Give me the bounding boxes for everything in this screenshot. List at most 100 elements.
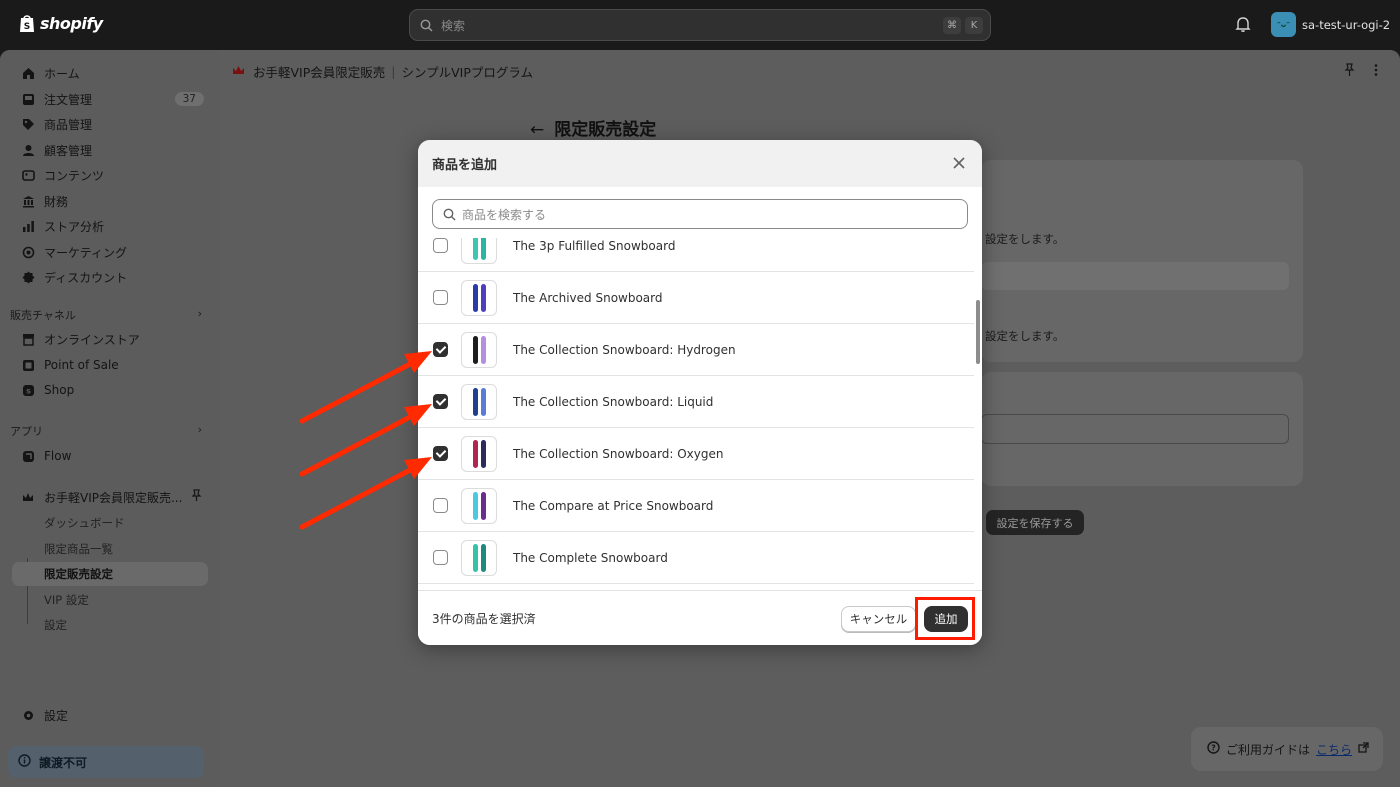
sidebar-item-products[interactable]: 商品管理 [12,112,208,136]
sidebar-item-marketing[interactable]: マーケティング [12,240,208,264]
bank-icon [20,193,36,209]
product-row[interactable]: The Collection Snowboard: Oxygen [418,428,974,480]
card-2-input[interactable] [981,414,1289,444]
page-title: 限定販売設定 [554,120,657,140]
product-row[interactable]: The Collection Snowboard: Liquid [418,376,974,428]
more-options-icon[interactable] [1369,63,1383,80]
card-1-input[interactable] [981,262,1289,290]
sidebar-item-customers[interactable]: 顧客管理 [12,138,208,162]
scrollbar[interactable] [976,300,980,364]
sidebar-item-home[interactable]: ホーム [12,61,208,85]
snowboard-image [472,491,478,520]
sidebar-item-online-store[interactable]: オンラインストア [12,327,208,351]
global-search[interactable]: 検索 ⌘ K [409,9,991,41]
sidebar-item-point-of-sale[interactable]: Point of Sale [12,353,208,377]
product-checkbox[interactable] [433,498,448,513]
breadcrumb-app[interactable]: お手軽VIP会員限定販売 [253,62,385,81]
sub-item-vip-settings[interactable]: VIP 設定 [44,592,89,608]
store-avatar: ᵔᴗᵔ [1271,12,1296,37]
product-row[interactable]: The Complete Snowboard [418,532,974,584]
sidebar-item-content[interactable]: コンテンツ [12,163,208,187]
product-checkbox[interactable] [433,394,448,409]
sub-item-dashboard[interactable]: ダッシュボード [44,515,125,531]
product-thumbnail [461,539,497,576]
sidebar-item-label: Flow [44,449,72,463]
person-icon [20,142,36,158]
snowboard-image [472,238,478,260]
close-icon[interactable] [952,156,966,170]
cancel-button[interactable]: キャンセル [841,606,916,632]
shopify-bag-icon: S [20,15,34,32]
product-thumbnail [461,279,497,316]
svg-text:s: s [26,386,31,395]
selected-count: 3件の商品を選択済 [432,611,536,626]
sidebar-item-pinned-app[interactable]: お手軽VIP会員限定販売... [12,485,208,509]
save-settings-button[interactable]: 設定を保存する [986,510,1084,535]
product-checkbox[interactable] [433,550,448,565]
pin-icon[interactable] [1344,63,1355,80]
gear-icon [20,707,36,723]
modal-title: 商品を追加 [432,158,498,173]
sidebar-item-label: Shop [44,383,75,397]
product-search-placeholder: 商品を検索する [462,207,547,222]
svg-text:S: S [24,22,30,32]
discount-icon [20,269,36,285]
notification-bell-icon[interactable] [1235,16,1251,36]
guide-box: ? ご利用ガイドは こちら [1191,727,1383,771]
sidebar-item-discounts[interactable]: ディスカウント [12,265,208,289]
target-icon [20,244,36,260]
page-header: ← 限定販売設定 [530,115,656,140]
product-name: The Archived Snowboard [513,290,663,305]
content-icon [20,167,36,183]
guide-link[interactable]: こちら [1316,741,1352,758]
product-checkbox[interactable] [433,446,448,461]
svg-text:?: ? [1211,744,1216,753]
sub-item-limited-sales-settings[interactable]: 限定販売設定 [44,566,113,582]
product-row[interactable]: The Collection Snowboard: Hydrogen [418,324,974,376]
sidebar-item-analytics[interactable]: ストア分析 [12,214,208,238]
sidebar-item-flow[interactable]: Flow [12,444,208,468]
sub-item-limited-products[interactable]: 限定商品一覧 [44,541,113,557]
store-menu[interactable]: ᵔᴗᵔ sa-test-ur-ogi-2 [1271,12,1390,37]
product-name: The Collection Snowboard: Hydrogen [513,342,736,357]
product-checkbox[interactable] [433,342,448,357]
breadcrumb-separator: | [391,64,396,79]
sidebar-item-shop[interactable]: s Shop [12,378,208,402]
tag-icon [20,116,36,132]
sidebar-item-finance[interactable]: 財務 [12,189,208,213]
sales-channels-label: 販売チャネル [10,309,76,322]
breadcrumb-page: シンプルVIPプログラム [401,65,534,80]
product-checkbox[interactable] [433,290,448,305]
product-row[interactable]: The 3p Fulfilled Snowboard [418,238,974,272]
product-search-input[interactable]: 商品を検索する [432,199,968,229]
pin-icon[interactable] [191,489,202,505]
sub-item-settings[interactable]: 設定 [44,617,67,633]
product-checkbox[interactable] [433,238,448,253]
snowboard-image [480,335,486,364]
product-row[interactable]: The Archived Snowboard [418,272,974,324]
snowboard-image [480,491,486,520]
product-row[interactable]: The Compare at Price Snowboard [418,480,974,532]
sidebar-item-label: 財務 [44,194,69,209]
sidebar-item-label: ディスカウント [44,270,128,285]
product-thumbnail [461,383,497,420]
modal-footer: 3件の商品を選択済 キャンセル 追加 [418,590,982,645]
search-icon [443,208,456,220]
home-icon [20,65,36,81]
back-arrow-icon[interactable]: ← [530,120,544,140]
help-icon: ? [1207,741,1220,757]
snowboard-image [480,439,486,468]
sidebar-item-orders[interactable]: 注文管理 37 [12,87,208,111]
non-transferable-badge[interactable]: 譲渡不可 [8,746,204,778]
breadcrumb: お手軽VIP会員限定販売 | シンプルVIPプログラム [232,62,533,81]
snowboard-image [472,439,478,468]
snowboard-image [472,283,478,312]
sales-channels-heading[interactable]: 販売チャネル › [10,307,206,323]
shopify-logo[interactable]: S shopify [18,13,103,33]
sidebar-item-settings[interactable]: 設定 [12,703,208,727]
snowboard-image [480,238,486,260]
apps-heading[interactable]: アプリ › [10,423,206,439]
settings-card-2 [981,372,1303,486]
modal-header: 商品を追加 [418,140,982,187]
search-placeholder: 検索 [441,18,466,33]
